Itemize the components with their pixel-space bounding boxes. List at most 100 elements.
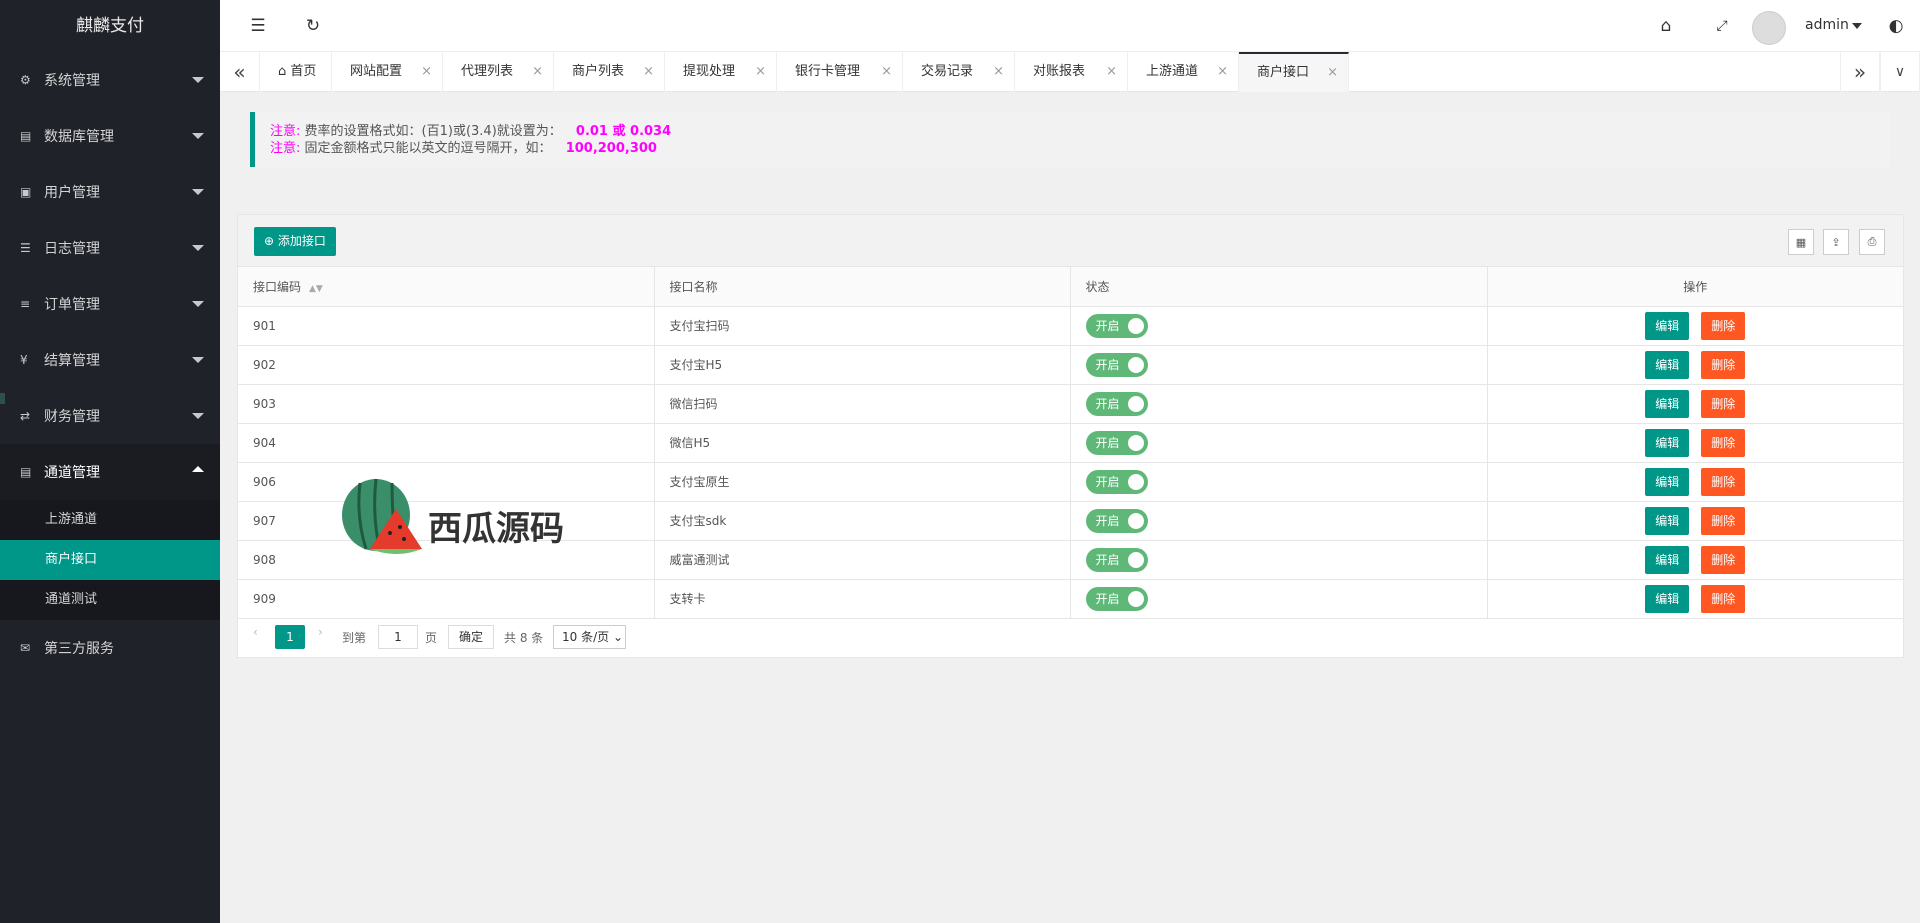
- cell-actions: 编辑 删除: [1487, 579, 1903, 619]
- sidebar-item-logs[interactable]: ☰ 日志管理: [0, 220, 220, 276]
- cell-name: 支付宝sdk: [654, 501, 1071, 541]
- tab-upstream[interactable]: 上游通道 ×: [1128, 52, 1239, 92]
- export-icon[interactable]: ⇪: [1823, 229, 1849, 255]
- table-row: 904 微信H5 开启 编辑 删除: [238, 423, 1903, 463]
- close-icon[interactable]: ×: [1327, 54, 1338, 92]
- status-switch[interactable]: 开启: [1085, 469, 1148, 494]
- close-icon[interactable]: ×: [1106, 52, 1117, 92]
- tab-home[interactable]: ⌂ 首页: [260, 52, 332, 92]
- print-icon[interactable]: ⎙: [1859, 229, 1885, 255]
- cell-actions: 编辑 删除: [1487, 423, 1903, 463]
- avatar[interactable]: [1752, 11, 1786, 45]
- add-api-button[interactable]: ⊕ 添加接口: [254, 227, 336, 256]
- tag-icon[interactable]: ⌂: [1656, 16, 1676, 36]
- sidebar-item-orders[interactable]: ≡ 订单管理: [0, 276, 220, 332]
- notice-box: 注意: 费率的设置格式如：(百1)或(3.4)就设置为： 0.01 或 0.03…: [250, 112, 1890, 167]
- delete-button[interactable]: 删除: [1701, 506, 1746, 535]
- tab-transactions[interactable]: 交易记录 ×: [903, 52, 1015, 92]
- tab-reconciliation[interactable]: 对账报表 ×: [1015, 52, 1128, 92]
- close-icon[interactable]: ×: [643, 52, 654, 92]
- refresh-icon[interactable]: ↻: [303, 16, 323, 36]
- status-switch[interactable]: 开启: [1085, 547, 1148, 572]
- sidebar-item-label: 结算管理: [44, 353, 100, 369]
- table-card: ⊕ 添加接口 ▦ ⇪ ⎙ 接口编码 ▲▼ 接口名称 状态 操作 901 支付宝扫码…: [237, 214, 1904, 658]
- edit-button[interactable]: 编辑: [1645, 467, 1690, 496]
- columns-icon[interactable]: ▦: [1788, 229, 1814, 255]
- tab-merchant-api[interactable]: 商户接口 ×: [1239, 52, 1349, 92]
- tab-bank-cards[interactable]: 银行卡管理 ×: [777, 52, 903, 92]
- sidebar-subitem-upstream[interactable]: 上游通道: [0, 500, 220, 540]
- theme-icon[interactable]: ◐: [1886, 16, 1906, 36]
- tab-scroll-right-icon[interactable]: »: [1840, 52, 1880, 92]
- edit-button[interactable]: 编辑: [1645, 506, 1690, 535]
- sidebar-subitem-merchant-api[interactable]: 商户接口: [0, 540, 220, 580]
- delete-button[interactable]: 删除: [1701, 584, 1746, 613]
- tab-scroll-left-icon[interactable]: «: [220, 52, 260, 92]
- header-status: 状态: [1070, 267, 1488, 307]
- chevron-down-icon: [192, 77, 204, 83]
- prev-page-icon[interactable]: ‹: [253, 625, 258, 639]
- chevron-down-icon[interactable]: ∨: [1880, 52, 1920, 92]
- next-page-icon[interactable]: ›: [318, 625, 323, 639]
- delete-button[interactable]: 删除: [1701, 545, 1746, 574]
- chevron-down-icon[interactable]: [1852, 23, 1862, 29]
- delete-button[interactable]: 删除: [1701, 389, 1746, 418]
- edit-button[interactable]: 编辑: [1645, 350, 1690, 379]
- close-icon[interactable]: ×: [993, 52, 1004, 92]
- notice-value: 100,200,300: [565, 141, 657, 156]
- close-icon[interactable]: ×: [421, 52, 432, 92]
- status-switch[interactable]: 开启: [1085, 352, 1148, 377]
- table-toolbar: ⊕ 添加接口 ▦ ⇪ ⎙: [238, 215, 1903, 267]
- fullscreen-icon[interactable]: ⤢: [1712, 16, 1732, 36]
- delete-button[interactable]: 删除: [1701, 311, 1746, 340]
- status-switch[interactable]: 开启: [1085, 313, 1148, 338]
- tab-merchant-list[interactable]: 商户列表 ×: [554, 52, 665, 92]
- close-icon[interactable]: ×: [881, 52, 892, 92]
- goto-page-input[interactable]: 1: [378, 625, 418, 649]
- tab-site-config[interactable]: 网站配置 ×: [332, 52, 443, 92]
- tab-agent-list[interactable]: 代理列表 ×: [443, 52, 554, 92]
- header-code[interactable]: 接口编码 ▲▼: [238, 267, 655, 307]
- close-icon[interactable]: ×: [532, 52, 543, 92]
- edit-button[interactable]: 编辑: [1645, 545, 1690, 574]
- close-icon[interactable]: ×: [755, 52, 766, 92]
- current-page[interactable]: 1: [275, 625, 305, 649]
- close-icon[interactable]: ×: [1217, 52, 1228, 92]
- goto-label: 到第: [342, 631, 367, 645]
- cell-actions: 编辑 删除: [1487, 501, 1903, 541]
- status-switch[interactable]: 开启: [1085, 391, 1148, 416]
- switch-knob: [1127, 356, 1144, 373]
- sidebar-item-channels[interactable]: ▤ 通道管理: [0, 444, 220, 500]
- sidebar-item-third-party[interactable]: ✉ 第三方服务: [0, 620, 220, 676]
- sidebar-item-label: 系统管理: [44, 73, 100, 89]
- sidebar-item-finance[interactable]: ⇄ 财务管理: [0, 388, 220, 444]
- status-switch[interactable]: 开启: [1085, 430, 1148, 455]
- edit-button[interactable]: 编辑: [1645, 389, 1690, 418]
- delete-button[interactable]: 删除: [1701, 350, 1746, 379]
- delete-button[interactable]: 删除: [1701, 428, 1746, 457]
- edit-button[interactable]: 编辑: [1645, 428, 1690, 457]
- edit-button[interactable]: 编辑: [1645, 311, 1690, 340]
- goto-confirm-button[interactable]: 确定: [448, 625, 494, 649]
- notice-line-2: 注意: 固定金额格式只能以英文的逗号隔开，如： 100,200,300: [270, 140, 1890, 157]
- sidebar-item-users[interactable]: ▣ 用户管理: [0, 164, 220, 220]
- edit-button[interactable]: 编辑: [1645, 584, 1690, 613]
- status-switch[interactable]: 开启: [1085, 508, 1148, 533]
- tab-withdraw[interactable]: 提现处理 ×: [665, 52, 777, 92]
- switch-knob: [1127, 551, 1144, 568]
- sidebar-item-settlement[interactable]: ¥ 结算管理: [0, 332, 220, 388]
- notice-label: 注意:: [270, 124, 301, 139]
- sort-icon[interactable]: ▲▼: [309, 284, 323, 294]
- menu-fold-icon[interactable]: ☰: [248, 16, 268, 36]
- cell-status: 开启: [1070, 345, 1488, 385]
- delete-button[interactable]: 删除: [1701, 467, 1746, 496]
- page-size-select[interactable]: 10 条/页 ⌄: [553, 625, 626, 649]
- sidebar-subitem-channel-test[interactable]: 通道测试: [0, 580, 220, 620]
- sidebar-item-label: 订单管理: [44, 297, 100, 313]
- user-name[interactable]: admin: [1805, 17, 1849, 33]
- sidebar-item-label: 第三方服务: [44, 641, 114, 657]
- sidebar-item-system[interactable]: ⚙ 系统管理: [0, 52, 220, 108]
- sidebar-item-label: 用户管理: [44, 185, 100, 201]
- sidebar-item-database[interactable]: ▤ 数据库管理: [0, 108, 220, 164]
- status-switch[interactable]: 开启: [1085, 586, 1148, 611]
